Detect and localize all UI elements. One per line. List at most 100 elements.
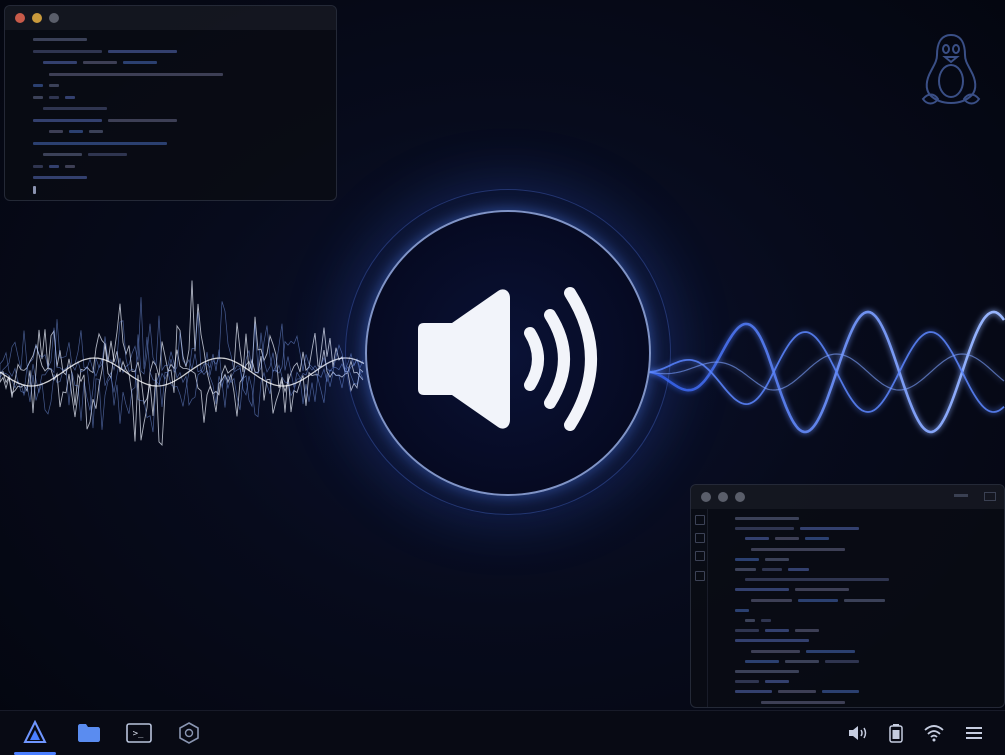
code-text [33, 118, 102, 122]
code-text [844, 598, 885, 602]
code-text [788, 568, 809, 571]
code-text [821, 690, 859, 694]
battery-button[interactable] [876, 711, 916, 755]
code-text [735, 680, 759, 684]
app-launcher-button[interactable] [15, 711, 55, 755]
code-area[interactable] [5, 30, 336, 194]
code-text [735, 588, 789, 592]
window-toolbar-item[interactable] [954, 494, 968, 497]
settings-button[interactable] [169, 711, 209, 755]
code-text [805, 537, 829, 541]
code-text [765, 680, 789, 684]
code-text [785, 659, 819, 663]
code-text [123, 61, 157, 64]
code-text [735, 517, 799, 520]
volume-icon [849, 726, 867, 740]
wifi-icon [924, 725, 944, 742]
code-text [751, 598, 792, 602]
code-editor-window-bottom-right[interactable] [690, 484, 1005, 708]
code-text [83, 61, 117, 64]
app-launcher-icon [23, 720, 47, 743]
code-text [751, 649, 800, 653]
code-text [735, 670, 799, 673]
code-text [745, 578, 889, 582]
code-text [43, 61, 77, 64]
volume-speaker-icon [418, 287, 597, 431]
maximize-window-button[interactable] [49, 13, 59, 23]
editor-activity-bar [691, 509, 708, 707]
code-text [761, 700, 845, 704]
code-text [49, 95, 59, 99]
clean-wave-primary [647, 310, 1005, 434]
code-text [765, 557, 789, 561]
clean-waveform-right [647, 310, 1005, 434]
code-text [65, 164, 75, 168]
source-control-icon[interactable] [695, 551, 705, 561]
code-text [806, 649, 855, 653]
minimize-window-button[interactable] [32, 13, 42, 23]
desktop-background [0, 0, 1005, 710]
window-titlebar[interactable] [5, 6, 336, 30]
code-text [33, 49, 102, 53]
wifi-button[interactable] [914, 711, 954, 755]
code-text [735, 527, 794, 531]
tux-penguin-icon [921, 33, 981, 105]
code-text [88, 153, 127, 156]
code-text [49, 130, 63, 133]
menu-icon [966, 727, 982, 739]
code-text [49, 72, 223, 76]
code-text [108, 118, 177, 122]
explorer-icon[interactable] [695, 515, 705, 525]
code-text [775, 537, 799, 541]
noisy-waveform-left [0, 280, 365, 447]
taskbar: >_ [0, 710, 1005, 755]
code-text [735, 608, 749, 612]
code-text [735, 568, 756, 571]
code-text [735, 629, 759, 633]
code-text [43, 107, 107, 110]
code-text [108, 49, 177, 53]
close-window-button[interactable] [701, 492, 711, 502]
code-text [735, 639, 809, 643]
code-text [33, 38, 87, 41]
code-text [49, 164, 59, 168]
code-text [761, 568, 783, 571]
battery-icon [889, 724, 903, 743]
terminal-glyph: >_ [132, 728, 144, 739]
code-area[interactable] [707, 509, 1004, 704]
code-text [735, 690, 773, 694]
code-text [745, 619, 755, 622]
code-text [778, 690, 816, 694]
maximize-window-button[interactable] [735, 492, 745, 502]
main-menu-button[interactable] [954, 711, 994, 755]
code-text [797, 598, 839, 602]
code-text [33, 84, 43, 87]
code-text [69, 130, 83, 133]
volume-button[interactable] [838, 711, 878, 755]
code-text [761, 619, 771, 622]
code-text [43, 153, 82, 156]
code-text [89, 130, 103, 133]
search-icon[interactable] [695, 533, 705, 543]
code-editor-window-top-left[interactable] [4, 5, 337, 201]
file-manager-button[interactable] [69, 711, 109, 755]
code-text [745, 659, 779, 663]
code-text [33, 164, 43, 168]
code-text [735, 557, 759, 561]
terminal-button[interactable]: >_ [119, 711, 159, 755]
text-cursor [33, 185, 36, 194]
window-titlebar[interactable] [691, 485, 1004, 509]
code-text [795, 588, 849, 592]
extensions-icon[interactable] [695, 571, 705, 581]
window-toolbar-button[interactable] [984, 492, 996, 501]
code-text [825, 659, 859, 663]
code-text [33, 95, 43, 99]
code-text [800, 527, 859, 531]
code-text [33, 176, 87, 179]
code-text [765, 629, 789, 633]
file-manager-icon [78, 724, 100, 742]
code-text [33, 141, 167, 145]
code-text [751, 547, 845, 551]
close-window-button[interactable] [15, 13, 25, 23]
minimize-window-button[interactable] [718, 492, 728, 502]
